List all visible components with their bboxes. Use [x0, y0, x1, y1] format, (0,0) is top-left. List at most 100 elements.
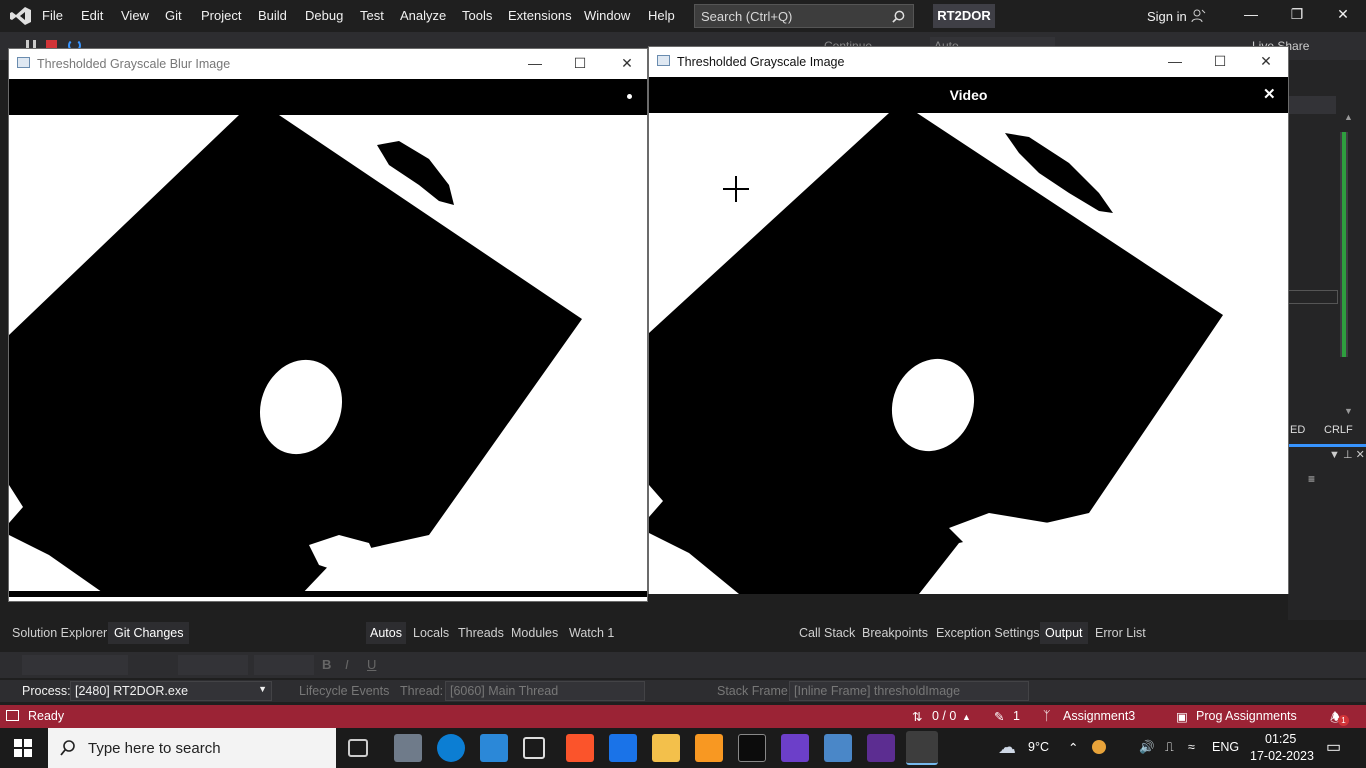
clock-time[interactable]: 01:25: [1265, 732, 1296, 746]
tab-exception-settings[interactable]: Exception Settings: [936, 626, 1040, 640]
tab-autos[interactable]: Autos: [366, 622, 406, 644]
gray-window-titlebar[interactable]: Thresholded Grayscale Image — ☐ ✕: [649, 47, 1288, 77]
store-icon[interactable]: [480, 734, 508, 762]
gray-close-button[interactable]: ✕: [1256, 51, 1276, 71]
tab-breakpoints[interactable]: Breakpoints: [862, 626, 928, 640]
task-view-icon[interactable]: [348, 739, 368, 757]
edge-icon[interactable]: [437, 734, 465, 762]
folder-icon[interactable]: [652, 734, 680, 762]
menu-extensions[interactable]: Extensions: [508, 8, 572, 23]
wifi-icon[interactable]: ≈: [1188, 740, 1195, 754]
menu-build[interactable]: Build: [258, 8, 287, 23]
scroll-up-icon[interactable]: ▲: [1344, 112, 1353, 122]
tray-chevron-icon[interactable]: ⌃: [1068, 740, 1078, 755]
stack-frame-dropdown[interactable]: [Inline Frame] thresholdImage: [789, 681, 1029, 701]
vs-restore-button[interactable]: ❐: [1287, 6, 1307, 26]
dropdown-field[interactable]: [1288, 96, 1336, 114]
file-explorer-photos-icon[interactable]: [394, 734, 422, 762]
encoding-label[interactable]: ED: [1290, 424, 1305, 436]
vs-minimize-button[interactable]: —: [1241, 6, 1261, 26]
mail-icon[interactable]: [609, 734, 637, 762]
menu-git[interactable]: Git: [165, 8, 182, 23]
pencil-icon[interactable]: ✎: [994, 709, 1004, 724]
blur-window-titlebar[interactable]: Thresholded Grayscale Blur Image — ☐ ✕: [9, 49, 647, 79]
menu-project[interactable]: Project: [201, 8, 241, 23]
input-field[interactable]: [1288, 290, 1338, 304]
size-dropdown[interactable]: [178, 655, 248, 675]
sublime-text-icon[interactable]: [695, 734, 723, 762]
line-ending-label[interactable]: CRLF: [1324, 424, 1353, 436]
menu-edit[interactable]: Edit: [81, 8, 103, 23]
start-button-icon[interactable]: [14, 739, 32, 757]
tab-threads[interactable]: Threads: [458, 626, 504, 640]
gray-maximize-button[interactable]: ☐: [1210, 51, 1230, 71]
menu-tools[interactable]: Tools: [462, 8, 492, 23]
tab-output[interactable]: Output: [1040, 622, 1088, 644]
tab-watch-1[interactable]: Watch 1: [569, 626, 614, 640]
chrome-tray-icon[interactable]: [1092, 740, 1106, 754]
menu-debug[interactable]: Debug: [305, 8, 343, 23]
weather-temp[interactable]: 9°C: [1028, 740, 1049, 754]
italic-icon[interactable]: I: [345, 657, 349, 672]
tab-call-stack[interactable]: Call Stack: [799, 626, 855, 640]
tab-locals[interactable]: Locals: [413, 626, 449, 640]
brave-icon[interactable]: [566, 734, 594, 762]
pin-icon[interactable]: ▼ ⊥ ✕: [1329, 448, 1365, 461]
tab-error-list[interactable]: Error List: [1095, 626, 1146, 640]
opencv-window-icon[interactable]: [906, 731, 938, 765]
wrap-icon[interactable]: ≡: [1308, 472, 1315, 486]
calculator-icon[interactable]: [824, 734, 852, 762]
style-dropdown[interactable]: [254, 655, 314, 675]
gray-threshold-image[interactable]: [649, 113, 1288, 594]
scroll-down-icon[interactable]: ▼: [1344, 406, 1353, 416]
taskbar-search-box[interactable]: Type here to search: [48, 728, 336, 768]
bold-icon[interactable]: B: [322, 657, 331, 672]
network-icon[interactable]: ⎍: [1165, 740, 1174, 755]
menu-view[interactable]: View: [121, 8, 149, 23]
weather-cloud-icon[interactable]: ☁: [998, 737, 1016, 758]
sync-icon[interactable]: ⇅: [912, 709, 922, 724]
language-indicator[interactable]: ENG: [1212, 740, 1239, 754]
blur-image-window[interactable]: Thresholded Grayscale Blur Image — ☐ ✕: [8, 48, 648, 602]
lifecycle-events-button[interactable]: Lifecycle Events: [299, 684, 389, 698]
sign-in-link[interactable]: Sign in: [1147, 9, 1187, 24]
debug-console-icon[interactable]: [867, 734, 895, 762]
menu-analyze[interactable]: Analyze: [400, 8, 446, 23]
grayscale-image-window[interactable]: Thresholded Grayscale Image — ☐ ✕ Video …: [648, 46, 1289, 594]
edits-count[interactable]: 1: [1013, 709, 1020, 723]
tab-solution-explorer[interactable]: Solution Explorer: [12, 626, 107, 640]
process-dropdown[interactable]: [2480] RT2DOR.exe ▼: [70, 681, 272, 701]
tab-modules[interactable]: Modules: [511, 626, 558, 640]
vs-close-button[interactable]: ✕: [1333, 6, 1353, 26]
clock-date[interactable]: 17-02-2023: [1250, 749, 1314, 763]
thread-dropdown[interactable]: [6060] Main Thread: [445, 681, 645, 701]
font-dropdown[interactable]: [22, 655, 128, 675]
cube-app-icon[interactable]: [523, 737, 545, 759]
search-box[interactable]: Search (Ctrl+Q): [694, 4, 914, 28]
vs-logo-icon[interactable]: [10, 6, 32, 26]
menu-help[interactable]: Help: [648, 8, 675, 23]
gray-minimize-button[interactable]: —: [1165, 51, 1185, 71]
action-center-icon[interactable]: ▭: [1326, 737, 1341, 757]
repo-name[interactable]: Prog Assignments: [1196, 709, 1297, 723]
menu-file[interactable]: File: [42, 8, 63, 23]
menu-window[interactable]: Window: [584, 8, 630, 23]
branch-icon[interactable]: ᛉ: [1043, 709, 1051, 723]
blur-minimize-button[interactable]: —: [525, 53, 545, 73]
changes-count[interactable]: 0 / 0: [932, 709, 956, 723]
dropdown-chevron-icon[interactable]: ▲: [962, 712, 971, 722]
volume-icon[interactable]: 🔊: [1139, 740, 1155, 755]
overlay-close-icon[interactable]: ✕: [1263, 85, 1276, 103]
blur-maximize-button[interactable]: ☐: [570, 53, 590, 73]
branch-name[interactable]: Assignment3: [1063, 709, 1135, 723]
debug-location-bar: Process: [2480] RT2DOR.exe ▼ Lifecycle E…: [0, 680, 1366, 702]
menu-test[interactable]: Test: [360, 8, 384, 23]
underline-icon[interactable]: U: [367, 657, 376, 672]
tab-git-changes[interactable]: Git Changes: [108, 622, 190, 644]
blur-close-button[interactable]: ✕: [617, 53, 637, 73]
visual-studio-icon[interactable]: [781, 734, 809, 762]
account-icon[interactable]: [1190, 8, 1206, 24]
blur-threshold-image[interactable]: [9, 115, 647, 597]
terminal-icon[interactable]: [738, 734, 766, 762]
repo-icon[interactable]: ▣: [1176, 709, 1188, 724]
